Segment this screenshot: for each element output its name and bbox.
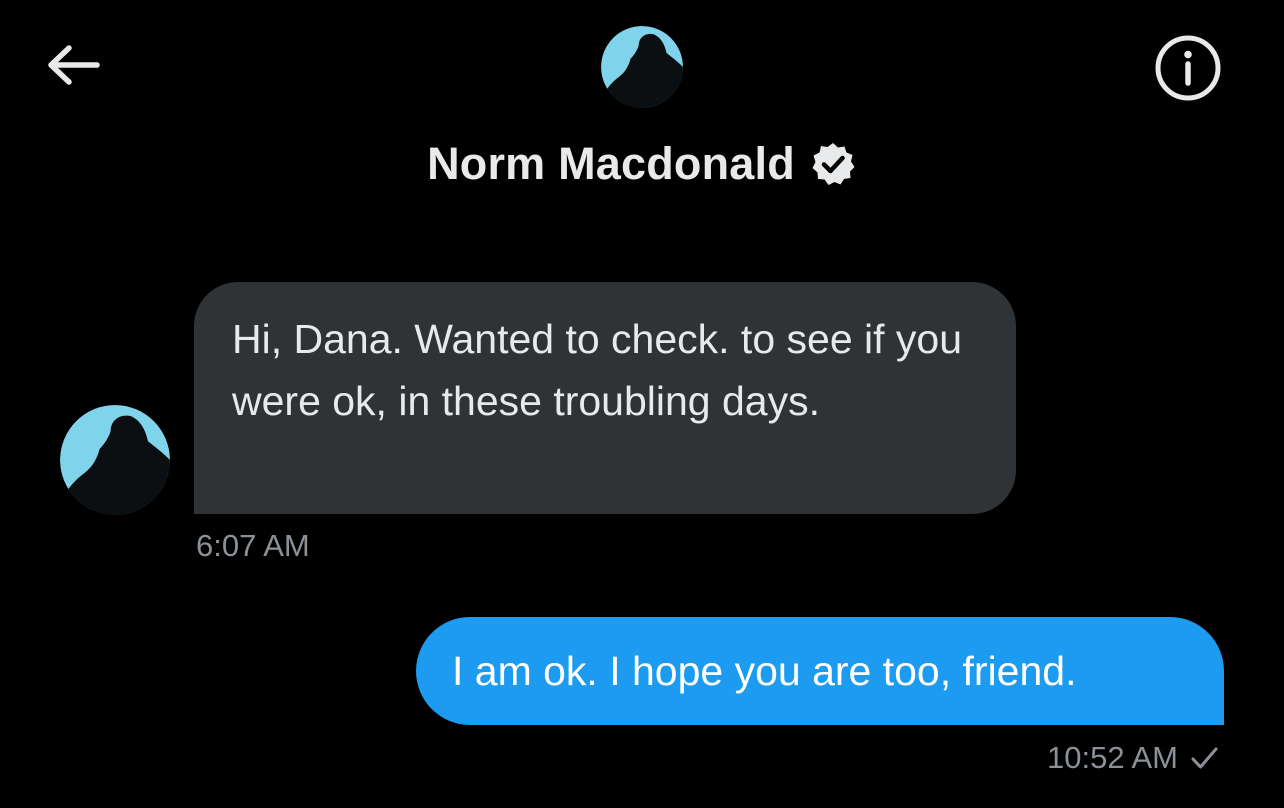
outgoing-message-timestamp: 10:52 AM xyxy=(1047,740,1178,775)
conversation-header: Norm Macdonald xyxy=(0,134,1284,194)
back-button[interactable] xyxy=(42,42,104,92)
checkmark-icon xyxy=(1188,742,1220,774)
arrow-left-icon xyxy=(45,44,101,90)
incoming-message-bubble[interactable]: Hi, Dana. Wanted to check. to see if you… xyxy=(194,282,1016,514)
info-button[interactable] xyxy=(1152,34,1224,106)
contact-name[interactable]: Norm Macdonald xyxy=(427,138,795,190)
verified-badge-icon xyxy=(809,140,857,188)
outgoing-message-meta: 10:52 AM xyxy=(1047,740,1220,776)
incoming-message-timestamp: 6:07 AM xyxy=(196,528,310,563)
outgoing-message-bubble[interactable]: I am ok. I hope you are too, friend. xyxy=(416,617,1224,725)
info-circle-icon xyxy=(1154,34,1222,107)
header-avatar[interactable] xyxy=(601,26,683,108)
incoming-message-text: Hi, Dana. Wanted to check. to see if you… xyxy=(232,316,963,424)
sender-avatar[interactable] xyxy=(60,405,170,515)
outgoing-message-text: I am ok. I hope you are too, friend. xyxy=(452,647,1077,694)
